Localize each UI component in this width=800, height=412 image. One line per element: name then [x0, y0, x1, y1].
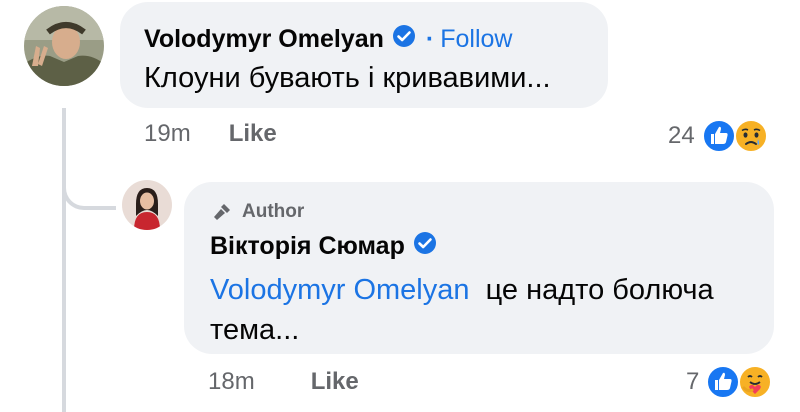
comment-author-name[interactable]: Volodymyr Omelyan — [144, 25, 384, 54]
like-button[interactable]: Like — [311, 368, 359, 396]
like-icon — [706, 365, 741, 399]
reply-avatar[interactable] — [122, 180, 172, 230]
author-badge-label: Author — [242, 201, 305, 222]
follow-button[interactable]: Follow — [440, 25, 512, 54]
author-badge: Author — [210, 200, 304, 224]
care-icon — [738, 365, 773, 399]
sad-icon — [733, 119, 768, 153]
comment-text: Клоуни бувають і кривавими... — [144, 62, 551, 94]
microphone-icon — [214, 204, 230, 220]
reply-meta: 18m Like — [208, 368, 359, 396]
verified-badge-icon — [392, 24, 416, 55]
comment-author-row: Volodymyr Omelyan · Follow — [144, 24, 512, 55]
separator-dot: · — [425, 25, 435, 53]
reply-mention-link[interactable]: Volodymyr Omelyan — [210, 274, 470, 306]
reply-reactions[interactable]: 7 — [686, 364, 773, 400]
reply-text-line2: тема... — [210, 314, 300, 346]
reply-timestamp[interactable]: 18m — [208, 368, 255, 396]
comment-meta: 19m Like — [144, 120, 277, 148]
reply-text-line1: це надто болюча — [485, 274, 714, 306]
reply-text: Volodymyr Omelyan це надто болюча тема..… — [210, 270, 760, 350]
thread-line-vertical — [62, 108, 66, 412]
reply-author-row: Вікторія Сюмар — [210, 231, 437, 262]
comment-timestamp[interactable]: 19m — [144, 120, 191, 148]
like-button[interactable]: Like — [229, 120, 277, 148]
avatar[interactable] — [24, 6, 104, 86]
like-icon — [701, 119, 736, 153]
verified-badge-icon — [413, 231, 437, 262]
reaction-count: 24 — [668, 122, 695, 149]
reply-author-name[interactable]: Вікторія Сюмар — [210, 232, 405, 261]
thread-line-curve — [62, 176, 116, 210]
reaction-count: 7 — [686, 368, 700, 395]
comment-reactions[interactable]: 24 — [668, 118, 769, 154]
